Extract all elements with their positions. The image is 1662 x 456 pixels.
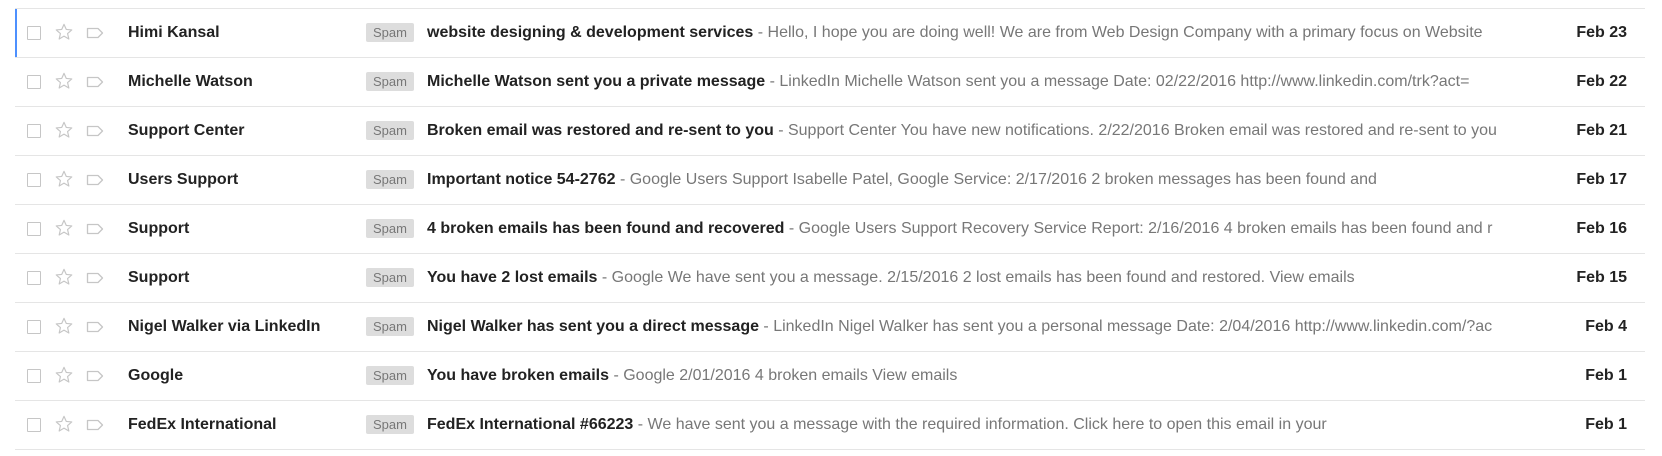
email-date: Feb 17	[1576, 171, 1627, 188]
spam-label-badge[interactable]: Spam	[366, 317, 414, 336]
email-snippet: - LinkedIn Nigel Walker has sent you a p…	[758, 318, 1493, 335]
spam-label-badge[interactable]: Spam	[366, 170, 414, 189]
email-row[interactable]: Support Spam 4 broken emails has been fo…	[15, 205, 1645, 254]
email-snippet: - Hello, I hope you are doing well! We a…	[753, 24, 1483, 41]
email-preview: You have 2 lost emails - Google We have …	[427, 254, 1523, 302]
email-preview: Broken email was restored and re-sent to…	[427, 107, 1523, 155]
email-snippet: - Google We have sent you a message. 2/1…	[597, 269, 1355, 286]
email-date: Feb 22	[1576, 73, 1627, 90]
label-icon[interactable]	[86, 320, 104, 334]
sender-name: Nigel Walker via LinkedIn	[128, 318, 321, 335]
email-subject: FedEx International #66223	[427, 416, 634, 433]
star-icon[interactable]	[54, 22, 74, 42]
checkbox-icon[interactable]	[27, 271, 41, 285]
sender-name: Himi Kansal	[128, 24, 220, 41]
spam-label-badge[interactable]: Spam	[366, 121, 414, 140]
spam-label-badge[interactable]: Spam	[366, 415, 414, 434]
spam-label-badge[interactable]: Spam	[366, 268, 414, 287]
email-date: Feb 15	[1576, 269, 1627, 286]
email-preview: Nigel Walker has sent you a direct messa…	[427, 303, 1523, 351]
email-subject: Broken email was restored and re-sent to…	[427, 122, 774, 139]
star-icon[interactable]	[54, 169, 74, 189]
email-row[interactable]: Nigel Walker via LinkedIn Spam Nigel Wal…	[15, 303, 1645, 352]
email-date: Feb 16	[1576, 220, 1627, 237]
email-date: Feb 4	[1585, 318, 1627, 335]
label-icon[interactable]	[86, 173, 104, 187]
sender-name: Support	[128, 269, 190, 286]
label-icon[interactable]	[86, 124, 104, 138]
email-row[interactable]: FedEx International Spam FedEx Internati…	[15, 401, 1645, 450]
sender-name: Support Center	[128, 122, 245, 139]
email-preview: Michelle Watson sent you a private messa…	[427, 58, 1523, 106]
email-snippet: - We have sent you a message with the re…	[633, 416, 1327, 433]
email-snippet: - Google Users Support Isabelle Patel, G…	[615, 171, 1377, 188]
label-icon[interactable]	[86, 271, 104, 285]
checkbox-icon[interactable]	[27, 124, 41, 138]
label-icon[interactable]	[86, 369, 104, 383]
email-row[interactable]: Google Spam You have broken emails - Goo…	[15, 352, 1645, 401]
email-row[interactable]: Users Support Spam Important notice 54-2…	[15, 156, 1645, 205]
checkbox-icon[interactable]	[27, 173, 41, 187]
email-subject: You have 2 lost emails	[427, 269, 598, 286]
star-icon[interactable]	[54, 218, 74, 238]
spam-label-badge[interactable]: Spam	[366, 366, 414, 385]
email-preview: Important notice 54-2762 - Google Users …	[427, 156, 1523, 204]
label-icon[interactable]	[86, 418, 104, 432]
email-snippet: - Support Center You have new notificati…	[773, 122, 1497, 139]
checkbox-icon[interactable]	[27, 75, 41, 89]
sender-name: FedEx International	[128, 416, 277, 433]
email-subject: You have broken emails	[427, 367, 609, 384]
email-date: Feb 23	[1576, 24, 1627, 41]
email-preview: You have broken emails - Google 2/01/201…	[427, 352, 1523, 400]
sender-name: Michelle Watson	[128, 73, 253, 90]
email-preview: 4 broken emails has been found and recov…	[427, 205, 1523, 253]
label-icon[interactable]	[86, 26, 104, 40]
spam-label-badge[interactable]: Spam	[366, 72, 414, 91]
email-snippet: - LinkedIn Michelle Watson sent you a me…	[765, 73, 1470, 90]
star-icon[interactable]	[54, 414, 74, 434]
email-subject: Nigel Walker has sent you a direct messa…	[427, 318, 759, 335]
email-subject: Michelle Watson sent you a private messa…	[427, 73, 766, 90]
email-subject: website designing & development services	[427, 24, 754, 41]
sender-name: Users Support	[128, 171, 239, 188]
email-date: Feb 1	[1585, 367, 1627, 384]
checkbox-icon[interactable]	[27, 26, 41, 40]
email-row[interactable]: Himi Kansal Spam website designing & dev…	[15, 9, 1645, 58]
label-icon[interactable]	[86, 75, 104, 89]
spam-label-badge[interactable]: Spam	[366, 219, 414, 238]
star-icon[interactable]	[54, 71, 74, 91]
label-icon[interactable]	[86, 222, 104, 236]
checkbox-icon[interactable]	[27, 418, 41, 432]
email-list: Himi Kansal Spam website designing & dev…	[15, 8, 1645, 450]
email-subject: Important notice 54-2762	[427, 171, 616, 188]
email-row[interactable]: Support Spam You have 2 lost emails - Go…	[15, 254, 1645, 303]
checkbox-icon[interactable]	[27, 222, 41, 236]
sender-name: Google	[128, 367, 184, 384]
checkbox-icon[interactable]	[27, 320, 41, 334]
checkbox-icon[interactable]	[27, 369, 41, 383]
email-date: Feb 1	[1585, 416, 1627, 433]
email-row[interactable]: Michelle Watson Spam Michelle Watson sen…	[15, 58, 1645, 107]
email-preview: FedEx International #66223 - We have sen…	[427, 401, 1523, 449]
email-preview: website designing & development services…	[427, 9, 1523, 57]
email-row[interactable]: Support Center Spam Broken email was res…	[15, 107, 1645, 156]
email-date: Feb 21	[1576, 122, 1627, 139]
email-subject: 4 broken emails has been found and recov…	[427, 220, 785, 237]
spam-label-badge[interactable]: Spam	[366, 23, 414, 42]
sender-name: Support	[128, 220, 190, 237]
star-icon[interactable]	[54, 365, 74, 385]
email-snippet: - Google Users Support Recovery Service …	[784, 220, 1493, 237]
email-snippet: - Google 2/01/2016 4 broken emails View …	[609, 367, 958, 384]
star-icon[interactable]	[54, 267, 74, 287]
star-icon[interactable]	[54, 120, 74, 140]
star-icon[interactable]	[54, 316, 74, 336]
